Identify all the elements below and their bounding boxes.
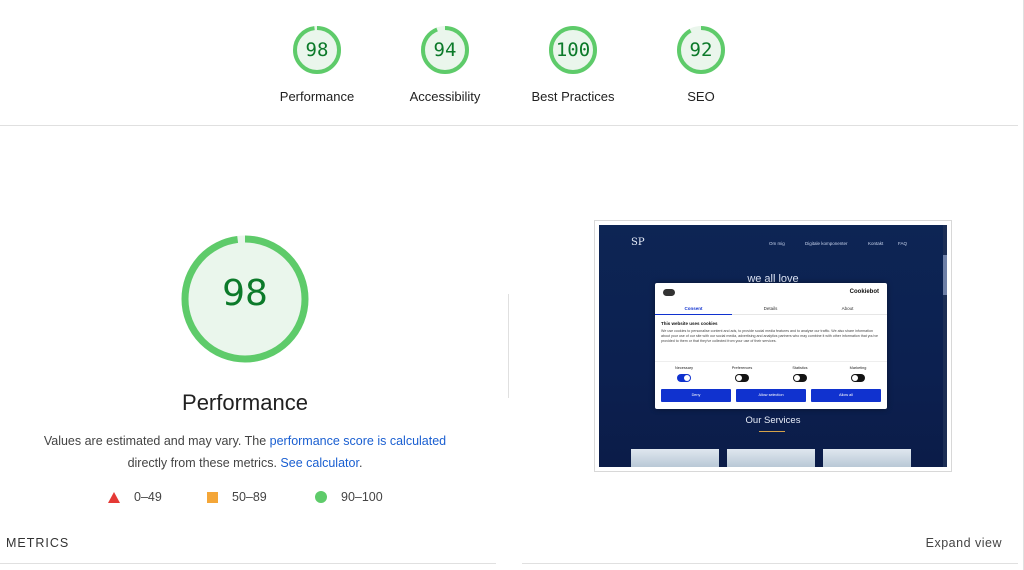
gauge-seo[interactable]: 92 SEO	[631, 20, 771, 120]
dialog-title: This website uses cookies	[661, 321, 718, 326]
service-card	[727, 449, 815, 467]
divider	[522, 563, 1018, 564]
score-legend: 0–49 50–89 90–100	[100, 490, 400, 512]
gauge-score: 98	[305, 39, 329, 61]
services-title: Our Services	[745, 415, 801, 426]
site-nav: SP Om mig Digitale komponenter Kontakt F…	[599, 235, 947, 255]
dialog-buttons: Deny Allow selection Allow all	[661, 389, 881, 402]
screenshot-content: SP Om mig Digitale komponenter Kontakt F…	[599, 225, 947, 467]
gauge-score: 94	[433, 39, 457, 61]
dialog-toggles: Necessary Preferences Statistics Marketi…	[655, 361, 887, 385]
gauge-score: 92	[689, 39, 713, 61]
scrollbar-thumb	[943, 255, 947, 295]
toggle-label: Marketing	[849, 366, 867, 370]
metrics-header: METRICS Expand view	[0, 528, 1018, 570]
deny-button: Deny	[661, 389, 731, 402]
legend-range: 90–100	[341, 490, 383, 504]
expand-view-button[interactable]: Expand view	[926, 536, 1002, 550]
description-text: directly from these metrics.	[127, 456, 281, 470]
square-icon	[207, 491, 218, 503]
performance-title: Performance	[182, 390, 308, 415]
gauge-performance[interactable]: 98 Performance	[247, 20, 387, 120]
toggle-label: Preferences	[731, 366, 753, 370]
toggle-necessary: Necessary	[655, 366, 713, 382]
cookie-icon	[663, 289, 675, 296]
toggle-label: Necessary	[675, 366, 693, 370]
tab-details: Details	[763, 306, 778, 311]
gauge-label: SEO	[687, 89, 715, 104]
toggle-statistics: Statistics	[771, 366, 829, 382]
toggle-switch	[851, 374, 865, 382]
allow-selection-button: Allow selection	[736, 389, 806, 402]
toggle-switch	[677, 374, 691, 382]
gauge-score: 100	[555, 39, 591, 61]
circle-icon	[315, 491, 327, 503]
tab-consent: Consent	[655, 306, 732, 315]
toggle-marketing: Marketing	[829, 366, 887, 382]
performance-gauge: 98	[178, 232, 312, 366]
performance-score-link[interactable]: performance score is calculated	[270, 434, 446, 448]
dialog-tabs: Consent Details About	[655, 303, 887, 315]
cookie-dialog: Cookiebot Consent Details About This web…	[655, 283, 887, 409]
description-text: Values are estimated and may vary. The	[43, 434, 270, 448]
legend-fail: 0–49	[108, 490, 162, 504]
gauge-accessibility[interactable]: 94 Accessibility	[375, 20, 515, 120]
nav-item: Digitale komponenter	[805, 241, 848, 246]
toggle-switch	[793, 374, 807, 382]
nav-item: Om mig	[769, 241, 785, 246]
service-card	[823, 449, 911, 467]
report-frame: 98 Performance 94 Accessibility 100 Best…	[0, 0, 1024, 570]
see-calculator-link[interactable]: See calculator	[280, 456, 359, 470]
cookiebot-logo: Cookiebot	[849, 289, 879, 295]
allow-all-button: Allow all	[811, 389, 881, 402]
service-card	[631, 449, 719, 467]
dialog-body: We use cookies to personalise content an…	[661, 329, 879, 343]
scrollbar	[943, 225, 947, 467]
toggle-preferences: Preferences	[713, 366, 771, 382]
page-screenshot[interactable]: SP Om mig Digitale komponenter Kontakt F…	[594, 220, 952, 472]
gauge-label: Accessibility	[409, 89, 481, 104]
accent-line	[759, 431, 785, 432]
description-text: .	[358, 456, 363, 470]
metrics-label: METRICS	[6, 536, 70, 550]
legend-average: 50–89	[207, 490, 267, 504]
nav-item: Kontakt	[868, 241, 884, 246]
toggle-switch	[735, 374, 749, 382]
performance-score: 98	[222, 273, 268, 314]
divider	[508, 294, 509, 398]
site-logo: SP	[631, 237, 645, 248]
triangle-icon	[108, 491, 120, 503]
tab-about: About	[841, 306, 854, 311]
legend-pass: 90–100	[315, 490, 383, 504]
nav-item: FAQ	[898, 241, 908, 246]
legend-range: 0–49	[134, 490, 162, 504]
gauge-best-practices[interactable]: 100 Best Practices	[503, 20, 643, 120]
divider	[0, 563, 496, 564]
gauge-label: Best Practices	[531, 89, 615, 104]
legend-range: 50–89	[232, 490, 267, 504]
category-gauges: 98 Performance 94 Accessibility 100 Best…	[0, 0, 1018, 126]
gauge-label: Performance	[279, 89, 355, 104]
performance-description: Values are estimated and may vary. The p…	[40, 430, 450, 474]
toggle-label: Statistics	[792, 366, 808, 370]
